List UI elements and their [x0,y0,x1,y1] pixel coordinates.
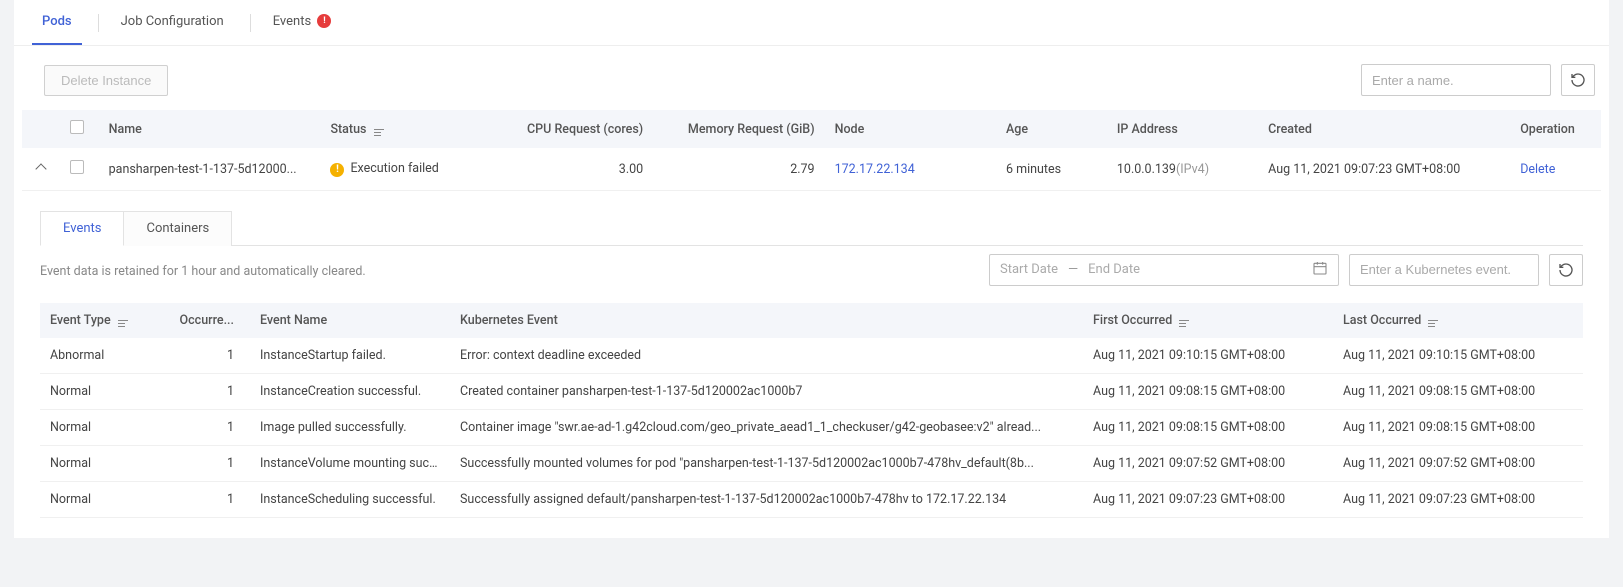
cell-occurrences: 1 [150,410,250,446]
table-row: Normal1InstanceScheduling successful.Suc… [40,482,1583,518]
tab-separator [250,14,251,32]
col-operation[interactable]: Operation [1510,110,1601,148]
pods-toolbar: Delete Instance [14,46,1609,110]
search-box[interactable] [1361,64,1551,96]
cell-event-type: Normal [40,446,150,482]
calendar-icon [1312,260,1328,280]
cell-first-occurred: Aug 11, 2021 09:08:15 GMT+08:00 [1083,374,1333,410]
col-created[interactable]: Created [1258,110,1510,148]
cell-name: pansharpen-test-1-137-5d12000... [99,148,321,191]
col-k8s-event[interactable]: Kubernetes Event [450,303,1083,338]
events-toolbar: Event data is retained for 1 hour and au… [40,246,1583,293]
events-refresh-button[interactable] [1549,254,1583,286]
sort-icon [1179,320,1189,326]
cell-k8s-event: Successfully assigned default/pansharpen… [450,482,1083,518]
cell-first-occurred: Aug 11, 2021 09:08:15 GMT+08:00 [1083,410,1333,446]
cell-memory: 2.79 [653,148,824,191]
cell-last-occurred: Aug 11, 2021 09:08:15 GMT+08:00 [1333,410,1583,446]
col-age[interactable]: Age [996,110,1107,148]
cell-last-occurred: Aug 11, 2021 09:07:52 GMT+08:00 [1333,446,1583,482]
inner-tab-containers[interactable]: Containers [124,211,232,246]
cell-k8s-event: Error: context deadline exceeded [450,338,1083,374]
col-first-occurred[interactable]: First Occurred [1083,303,1333,338]
col-ip[interactable]: IP Address [1107,110,1258,148]
row-checkbox[interactable] [70,160,84,174]
cell-status: !Execution failed [320,148,481,191]
cell-occurrences: 1 [150,374,250,410]
cell-operation[interactable]: Delete [1510,148,1601,191]
col-event-type[interactable]: Event Type [40,303,150,338]
cell-cpu: 3.00 [482,148,653,191]
warning-icon: ! [330,163,344,177]
col-name[interactable]: Name [99,110,321,148]
sort-icon [1428,320,1438,326]
delete-instance-button[interactable]: Delete Instance [44,65,168,96]
tab-job-configuration[interactable]: Job Configuration [111,0,234,45]
cell-occurrences: 1 [150,446,250,482]
col-last-occurred[interactable]: Last Occurred [1333,303,1583,338]
cell-event-name: InstanceVolume mounting succ... [250,446,450,482]
col-occurrences[interactable]: Occurre... [150,303,250,338]
sort-icon [118,320,128,326]
cell-first-occurred: Aug 11, 2021 09:07:23 GMT+08:00 [1083,482,1333,518]
top-tabs: Pods Job Configuration Events ! [14,0,1609,46]
table-row: Normal1Image pulled successfully.Contain… [40,410,1583,446]
cell-event-type: Normal [40,410,150,446]
cell-event-type: Normal [40,374,150,410]
col-status[interactable]: Status [320,110,481,148]
pods-table: Name Status CPU Request (cores) Memory R… [22,110,1601,191]
select-all-checkbox[interactable] [70,120,84,134]
cell-ip: 10.0.0.139(IPv4) [1107,148,1258,191]
cell-first-occurred: Aug 11, 2021 09:07:52 GMT+08:00 [1083,446,1333,482]
events-search-box[interactable] [1349,254,1539,286]
cell-event-name: InstanceScheduling successful. [250,482,450,518]
inner-tabs: Events Containers [40,211,1583,246]
table-row: pansharpen-test-1-137-5d12000...!Executi… [22,148,1601,191]
search-input[interactable] [1370,72,1550,89]
cell-age: 6 minutes [996,148,1107,191]
cell-event-type: Normal [40,482,150,518]
start-date-placeholder: Start Date [1000,262,1058,277]
table-row: Normal1InstanceCreation successful.Creat… [40,374,1583,410]
date-range-picker[interactable]: Start Date — End Date [989,254,1339,286]
cell-last-occurred: Aug 11, 2021 09:07:23 GMT+08:00 [1333,482,1583,518]
tab-separator [98,14,99,32]
end-date-placeholder: End Date [1088,262,1140,277]
cell-k8s-event: Container image "swr.ae-ad-1.g42cloud.co… [450,410,1083,446]
table-row: Abnormal1InstanceStartup failed.Error: c… [40,338,1583,374]
col-cpu[interactable]: CPU Request (cores) [482,110,653,148]
col-event-name[interactable]: Event Name [250,303,450,338]
cell-event-type: Abnormal [40,338,150,374]
main-panel: Pods Job Configuration Events ! Delete I… [14,0,1609,538]
col-node[interactable]: Node [825,110,996,148]
cell-last-occurred: Aug 11, 2021 09:10:15 GMT+08:00 [1333,338,1583,374]
cell-first-occurred: Aug 11, 2021 09:10:15 GMT+08:00 [1083,338,1333,374]
cell-event-name: InstanceStartup failed. [250,338,450,374]
cell-occurrences: 1 [150,482,250,518]
cell-k8s-event: Successfully mounted volumes for pod "pa… [450,446,1083,482]
inner-tab-events[interactable]: Events [40,211,124,246]
cell-event-name: InstanceCreation successful. [250,374,450,410]
tab-pods[interactable]: Pods [32,0,82,45]
expanded-row: Events Containers Event data is retained… [14,191,1609,518]
events-search-input[interactable] [1358,261,1538,278]
col-memory[interactable]: Memory Request (GiB) [653,110,824,148]
cell-occurrences: 1 [150,338,250,374]
sort-icon [374,129,384,135]
table-row: Normal1InstanceVolume mounting succ...Su… [40,446,1583,482]
events-table: Event Type Occurre... Event Name Kuberne… [40,303,1583,518]
tab-events[interactable]: Events ! [263,0,342,45]
expand-toggle[interactable] [35,163,46,174]
events-hint: Event data is retained for 1 hour and au… [40,246,366,293]
cell-created: Aug 11, 2021 09:07:23 GMT+08:00 [1258,148,1510,191]
refresh-button[interactable] [1561,64,1595,96]
cell-last-occurred: Aug 11, 2021 09:08:15 GMT+08:00 [1333,374,1583,410]
cell-k8s-event: Created container pansharpen-test-1-137-… [450,374,1083,410]
cell-event-name: Image pulled successfully. [250,410,450,446]
alert-icon: ! [317,14,331,28]
cell-node[interactable]: 172.17.22.134 [825,148,996,191]
refresh-icon [1558,262,1574,278]
tab-events-label: Events [273,14,311,29]
refresh-icon [1570,72,1586,88]
